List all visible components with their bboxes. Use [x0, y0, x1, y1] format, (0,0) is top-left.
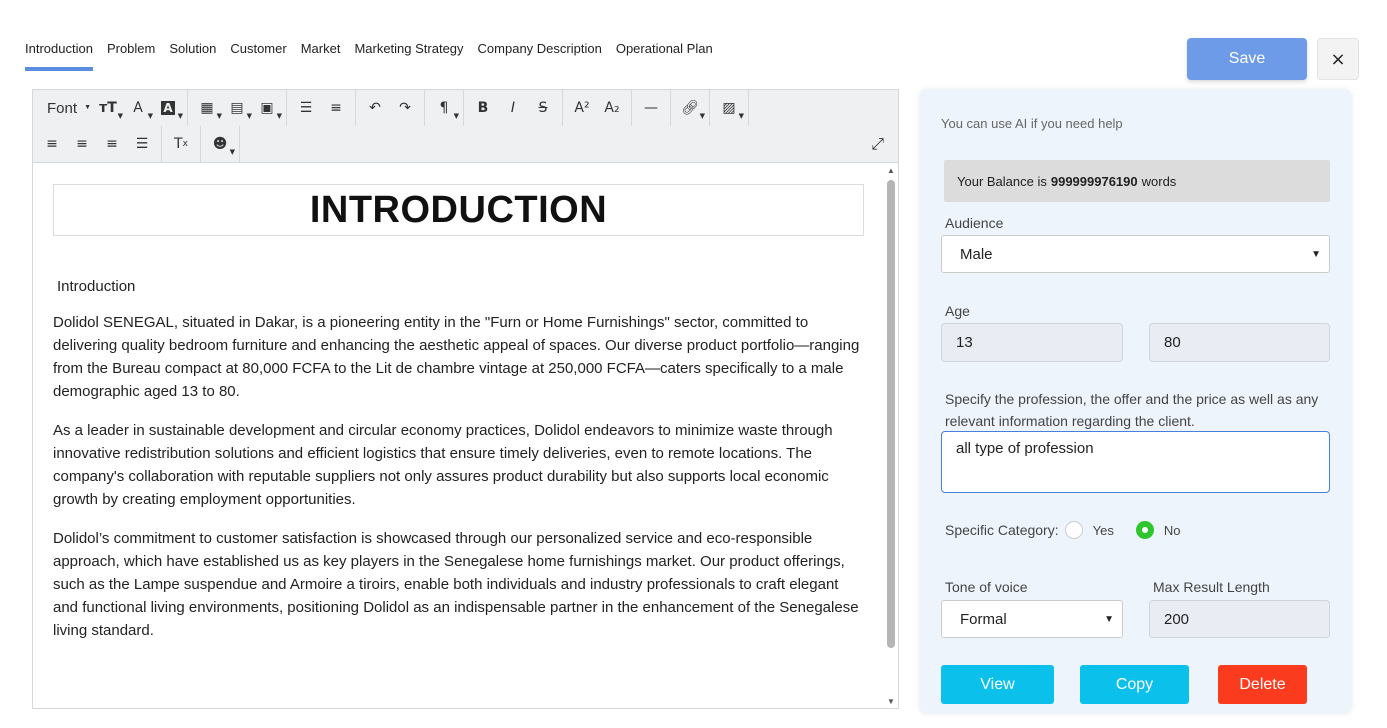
highlight-color-icon[interactable]: A ▼: [153, 93, 183, 123]
font-dropdown[interactable]: Font ▼: [37, 93, 93, 123]
paragraph: As a leader in sustainable development a…: [53, 422, 833, 508]
table-style-icon[interactable]: ▤ ▼: [222, 93, 252, 123]
paragraph-icon[interactable]: ¶ ▼: [429, 93, 459, 123]
font-dropdown-label: Font: [46, 99, 77, 117]
paragraph: Dolidol SENEGAL, situated in Dakar, is a…: [53, 314, 860, 400]
profession-label: Specify the profession, the offer and th…: [945, 391, 1319, 429]
save-button[interactable]: Save: [1187, 38, 1307, 80]
tone-value: Formal: [960, 610, 1007, 628]
section-label: Introduction: [57, 278, 136, 295]
category-no-radio[interactable]: [1135, 521, 1154, 539]
category-yes-radio[interactable]: [1064, 521, 1083, 539]
emoji-icon[interactable]: ☻ ▼: [205, 129, 235, 159]
ai-hint: You can use AI if you need help: [941, 116, 1123, 131]
fullscreen-icon[interactable]: ⤢: [871, 134, 884, 154]
tab-problem[interactable]: Problem: [107, 40, 155, 71]
scroll-up-icon[interactable]: ▲: [887, 166, 895, 175]
tab-solution[interactable]: Solution: [169, 40, 216, 71]
close-button[interactable]: ×: [1317, 38, 1359, 80]
copy-button[interactable]: Copy: [1080, 665, 1189, 704]
undo-icon[interactable]: ↶: [360, 93, 390, 123]
section-tabs: Introduction Problem Solution Customer M…: [25, 40, 713, 71]
balance-value: 999999976190: [1050, 173, 1138, 189]
bullet-list-icon[interactable]: ☰: [291, 93, 321, 123]
font-size-icon[interactable]: тT ▼: [93, 93, 123, 123]
balance-info: Your Balance is 999999976190 words: [944, 160, 1330, 202]
tab-company-description[interactable]: Company Description: [478, 40, 602, 71]
numbered-list-icon[interactable]: ≡: [321, 93, 351, 123]
tone-select[interactable]: Formal ▼: [941, 600, 1123, 638]
strikethrough-icon[interactable]: S: [528, 93, 558, 123]
specific-category-group: Specific Category: Yes No: [945, 521, 1196, 539]
balance-prefix: Your Balance is: [957, 173, 1047, 189]
profession-textarea[interactable]: all type of profession: [941, 431, 1330, 493]
editor-content[interactable]: INTRODUCTION Introduction Dolidol SENEGA…: [33, 164, 884, 708]
tab-operational-plan[interactable]: Operational Plan: [616, 40, 713, 71]
document-title: INTRODUCTION: [309, 188, 608, 231]
tab-customer[interactable]: Customer: [230, 40, 286, 71]
horizontal-rule-icon[interactable]: —: [636, 93, 666, 123]
category-label: Specific Category:: [945, 522, 1059, 538]
image-icon[interactable]: ▨ ▼: [714, 93, 744, 123]
scroll-thumb[interactable]: [887, 180, 895, 648]
editor-toolbar: Font ▼ тT ▼ A ▼ A ▼ ▦ ▼ ▤ ▼ ▣ ▼ ☰ ≡ ↶ ↷ ¶ ▼: [33, 90, 898, 163]
view-button[interactable]: View: [941, 665, 1054, 704]
max-length-input[interactable]: 200: [1149, 600, 1330, 638]
chevron-down-icon: ▼: [1104, 613, 1114, 625]
redo-icon[interactable]: ↷: [390, 93, 420, 123]
editor-scrollbar[interactable]: ▲ ▼: [884, 164, 898, 708]
bold-icon[interactable]: B: [468, 93, 498, 123]
tab-introduction[interactable]: Introduction: [25, 40, 93, 71]
link-icon[interactable]: 🔗︎ ▼: [675, 93, 705, 123]
align-left-icon[interactable]: ≡: [37, 129, 67, 159]
max-length-label: Max Result Length: [1153, 579, 1270, 595]
title-box: INTRODUCTION: [53, 184, 864, 236]
ai-assistant-panel: You can use AI if you need help Your Bal…: [919, 89, 1352, 714]
age-label: Age: [945, 303, 970, 319]
superscript-icon[interactable]: A²: [567, 93, 597, 123]
audience-label: Audience: [945, 215, 1004, 231]
font-color-icon[interactable]: A ▼: [123, 93, 153, 123]
tone-label: Tone of voice: [945, 579, 1028, 595]
audience-select[interactable]: Male ▼: [941, 235, 1330, 273]
rich-text-editor: Font ▼ тT ▼ A ▼ A ▼ ▦ ▼ ▤ ▼ ▣ ▼ ☰ ≡ ↶ ↷ ¶ ▼: [32, 89, 899, 709]
tab-marketing-strategy[interactable]: Marketing Strategy: [354, 40, 463, 71]
table-icon[interactable]: ▦ ▼: [192, 93, 222, 123]
subscript-icon[interactable]: A₂: [597, 93, 627, 123]
italic-icon[interactable]: I: [498, 93, 528, 123]
scroll-down-icon[interactable]: ▼: [887, 697, 895, 706]
chevron-down-icon: ▼: [1311, 248, 1321, 260]
tab-market[interactable]: Market: [301, 40, 341, 71]
category-yes-label: Yes: [1092, 522, 1114, 538]
age-max-input[interactable]: 80: [1149, 323, 1330, 362]
paragraph: Dolidol’s commitment to customer satisfa…: [53, 530, 859, 639]
age-min-input[interactable]: 13: [941, 323, 1123, 362]
clear-format-icon[interactable]: Tx: [166, 129, 196, 159]
balance-suffix: words: [1141, 173, 1177, 189]
category-no-label: No: [1163, 522, 1181, 538]
audience-value: Male: [960, 245, 993, 263]
align-justify-icon[interactable]: ☰: [127, 129, 157, 159]
table-cell-icon[interactable]: ▣ ▼: [252, 93, 282, 123]
align-right-icon[interactable]: ≡: [97, 129, 127, 159]
delete-button[interactable]: Delete: [1218, 665, 1307, 704]
align-center-icon[interactable]: ≡: [67, 129, 97, 159]
